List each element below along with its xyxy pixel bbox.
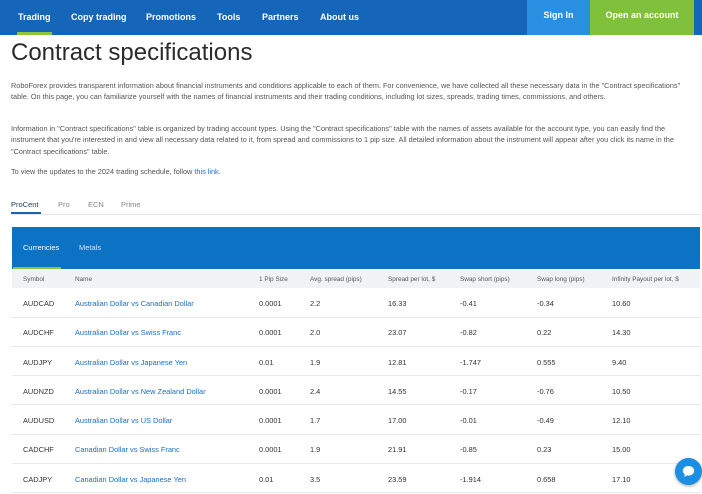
cell-pip-size: 0.0001 xyxy=(259,328,282,337)
schedule-link[interactable]: this link xyxy=(194,167,218,176)
cell-symbol: AUDCAD xyxy=(23,299,55,308)
nav-item-about-us[interactable]: About us xyxy=(320,0,359,35)
tab-metals[interactable]: Metals xyxy=(79,243,101,252)
cell-name-link[interactable]: Australian Dollar vs New Zealand Dollar xyxy=(75,387,206,396)
cell-avg-spread: 3.5 xyxy=(310,475,321,484)
cell-swap-short: -0.85 xyxy=(460,445,477,454)
cell-pip-size: 0.0001 xyxy=(259,445,282,454)
col-header-infinity-payout: Infinity Payout per lot, $ xyxy=(612,276,679,283)
cell-swap-long: -0.34 xyxy=(537,299,554,308)
cell-infinity-payout: 9.40 xyxy=(612,358,627,367)
cell-name-link[interactable]: Australian Dollar vs Japanese Yen xyxy=(75,358,187,367)
tab-currencies[interactable]: Currencies xyxy=(23,243,59,252)
cell-pip-size: 0.01 xyxy=(259,475,274,484)
nav-item-tools[interactable]: Tools xyxy=(217,0,240,35)
cell-infinity-payout: 15.00 xyxy=(612,445,631,454)
instrument-tab-bar xyxy=(12,227,700,269)
schedule-text: To view the updates to the 2024 trading … xyxy=(11,167,195,176)
nav-item-trading[interactable]: Trading xyxy=(17,0,52,35)
cell-spread-per-lot: 14.55 xyxy=(388,387,407,396)
cell-pip-size: 0.01 xyxy=(259,358,274,367)
cell-name-link[interactable]: Canadian Dollar vs Swiss Franc xyxy=(75,445,180,454)
tab-pro[interactable]: Pro xyxy=(58,200,70,209)
cell-infinity-payout: 12.10 xyxy=(612,416,631,425)
open-account-button[interactable]: Open an account xyxy=(590,0,694,35)
cell-avg-spread: 1.7 xyxy=(310,416,321,425)
cell-avg-spread: 2.0 xyxy=(310,328,321,337)
page-title: Contract specifications xyxy=(11,39,253,66)
cell-swap-long: -0.76 xyxy=(537,387,554,396)
cell-name-link[interactable]: Canadian Dollar vs Japanese Yen xyxy=(75,475,186,484)
cell-spread-per-lot: 23.07 xyxy=(388,328,407,337)
cell-infinity-payout: 14.30 xyxy=(612,328,631,337)
cell-swap-long: -0.49 xyxy=(537,416,554,425)
cell-infinity-payout: 10.50 xyxy=(612,387,631,396)
cell-swap-short: -1.747 xyxy=(460,358,481,367)
cell-spread-per-lot: 21.91 xyxy=(388,445,407,454)
intro-paragraph-3: To view the updates to the 2024 trading … xyxy=(11,166,691,177)
cell-swap-long: 0.22 xyxy=(537,328,552,337)
col-header-swap-long: Swap long (pips) xyxy=(537,276,585,283)
cell-name-link[interactable]: Australian Dollar vs US Dollar xyxy=(75,416,172,425)
col-header-spread-per-lot: Spread per lot, $ xyxy=(388,276,436,283)
sign-in-button[interactable]: Sign In xyxy=(527,0,590,35)
schedule-text-end: . xyxy=(218,167,221,176)
cell-swap-long: 0.658 xyxy=(537,475,556,484)
chat-button[interactable] xyxy=(675,458,702,485)
cell-symbol: CADCHF xyxy=(23,445,54,454)
cell-pip-size: 0.0001 xyxy=(259,387,282,396)
col-header-avg-spread: Avg. spread (pips) xyxy=(310,276,362,283)
cell-swap-long: 0.555 xyxy=(537,358,556,367)
cell-swap-short: -0.41 xyxy=(460,299,477,308)
cell-name-link[interactable]: Australian Dollar vs Canadian Dollar xyxy=(75,299,194,308)
tab-ecn[interactable]: ECN xyxy=(88,200,104,209)
col-header-symbol: Symbol xyxy=(23,276,45,283)
cell-symbol: AUDNZD xyxy=(23,387,54,396)
cell-spread-per-lot: 23.59 xyxy=(388,475,407,484)
cell-name-link[interactable]: Australian Dollar vs Swiss Franc xyxy=(75,328,181,337)
cell-spread-per-lot: 17.00 xyxy=(388,416,407,425)
nav-item-promotions[interactable]: Promotions xyxy=(146,0,196,35)
intro-paragraph-1: RoboForex provides transparent informati… xyxy=(11,81,681,102)
nav-item-copy-trading[interactable]: Copy trading xyxy=(71,0,127,35)
chat-icon xyxy=(682,466,695,477)
nav-item-partners[interactable]: Partners xyxy=(262,0,299,35)
tabs-divider xyxy=(11,214,700,215)
active-instrument-indicator xyxy=(13,267,61,269)
cell-swap-short: -0.82 xyxy=(460,328,477,337)
cell-symbol: AUDJPY xyxy=(23,358,53,367)
cell-infinity-payout: 17.10 xyxy=(612,475,631,484)
cell-symbol: AUDCHF xyxy=(23,328,54,337)
col-header-swap-short: Swap short (pips) xyxy=(460,276,510,283)
cell-swap-long: 0.23 xyxy=(537,445,552,454)
cell-pip-size: 0.0001 xyxy=(259,299,282,308)
cell-symbol: AUDUSD xyxy=(23,416,55,425)
tab-procent[interactable]: ProCent xyxy=(11,200,39,209)
cell-symbol: CADJPY xyxy=(23,475,53,484)
intro-paragraph-2: Information in "Contract specifications"… xyxy=(11,124,674,156)
cell-avg-spread: 2.2 xyxy=(310,299,321,308)
col-header-name: Name xyxy=(75,276,93,283)
cell-spread-per-lot: 16.33 xyxy=(388,299,407,308)
cell-avg-spread: 1.9 xyxy=(310,445,321,454)
top-navigation: Trading Copy trading Promotions Tools Pa… xyxy=(0,0,702,35)
cell-avg-spread: 1.9 xyxy=(310,358,321,367)
cell-spread-per-lot: 12.81 xyxy=(388,358,407,367)
cell-infinity-payout: 10.60 xyxy=(612,299,631,308)
cell-pip-size: 0.0001 xyxy=(259,416,282,425)
cell-avg-spread: 2.4 xyxy=(310,387,321,396)
tab-prime[interactable]: Prime xyxy=(121,200,141,209)
cell-swap-short: -1.914 xyxy=(460,475,481,484)
cell-swap-short: -0.17 xyxy=(460,387,477,396)
col-header-pip-size: 1 Pip Size xyxy=(259,276,288,283)
cell-swap-short: -0.01 xyxy=(460,416,477,425)
